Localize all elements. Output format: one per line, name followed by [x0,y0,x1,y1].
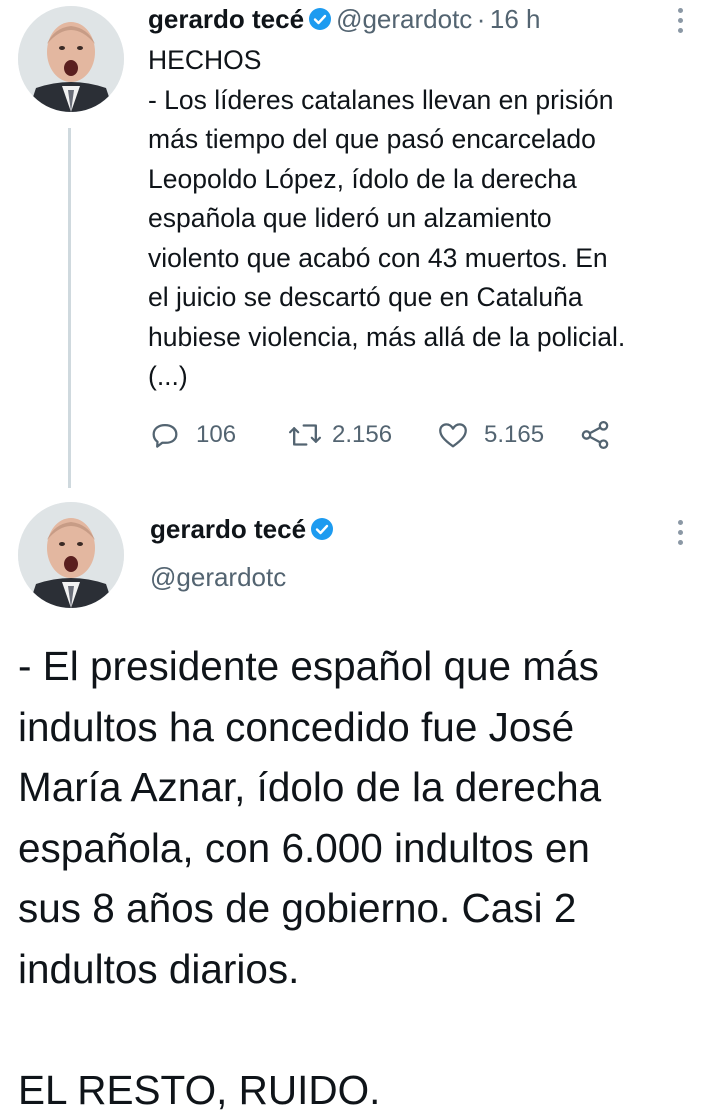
like-icon [436,418,470,452]
display-name[interactable]: gerardo tecé [150,514,306,544]
like-button[interactable]: 5.165 [436,418,544,452]
reply-button[interactable]: 106 [148,418,236,452]
more-options-icon[interactable] [674,520,686,550]
tweet-header: gerardo tecé [150,514,338,545]
timestamp[interactable]: 16 h [490,4,541,34]
verified-badge-icon [310,517,334,541]
retweet-count: 2.156 [332,421,393,448]
thread-connector-line [68,128,71,488]
retweet-icon [286,418,324,452]
reply-icon [148,418,182,452]
display-name[interactable]: gerardo tecé [148,4,304,34]
tweet-text: - El presidente español que más indultos… [18,643,602,1113]
separator: · [476,4,486,34]
share-icon [578,418,612,452]
verified-badge-icon [308,7,332,31]
avatar-image [18,502,124,608]
action-bar: 106 2.156 5.165 [148,418,668,454]
avatar[interactable] [18,502,124,608]
share-button[interactable] [578,418,612,452]
like-count: 5.165 [484,421,545,448]
reply-count: 106 [196,421,237,448]
tweet-header: gerardo tecé @gerardotc · 16 h [148,4,541,34]
avatar-image [18,6,124,112]
more-options-icon[interactable] [674,8,686,38]
avatar[interactable] [18,6,124,112]
handle[interactable]: @gerardotc [150,562,286,593]
tweet-text: HECHOS - Los líderes catalanes llevan en… [148,45,626,391]
retweet-button[interactable]: 2.156 [286,418,392,452]
handle[interactable]: @gerardotc [336,4,472,34]
